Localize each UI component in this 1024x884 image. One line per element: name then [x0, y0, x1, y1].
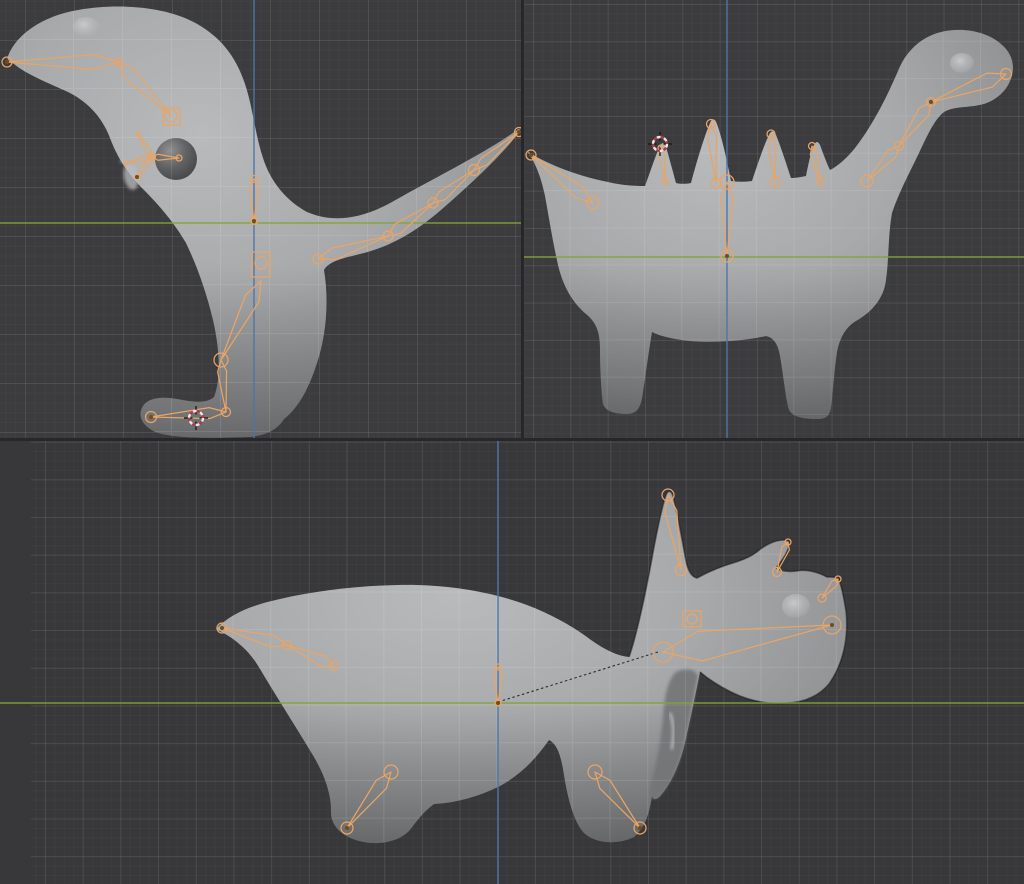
grid-over-mesh — [0, 0, 521, 438]
bone-tip-dot — [496, 701, 500, 705]
bone-tip-dot — [830, 623, 834, 627]
viewport-overlay-canvas — [0, 0, 1024, 884]
grid-over-mesh — [0, 441, 1024, 884]
bone-tip-dot — [517, 130, 521, 134]
grid-over-mesh — [524, 0, 1024, 438]
bone-tip-dot — [149, 415, 153, 419]
bone-tip-dot — [929, 100, 933, 104]
trex-mesh[interactable] — [0, 0, 521, 438]
bone-tip-dot — [638, 826, 642, 830]
bone-tip-dot — [529, 153, 533, 157]
bone-tip-dot — [252, 219, 256, 223]
bone-tip-dot — [345, 826, 349, 830]
sauropod-mesh[interactable] — [524, 0, 1024, 438]
bone-tip-dot — [220, 626, 224, 630]
bone-tip-dot — [135, 175, 139, 179]
bone-tip-dot — [5, 60, 9, 64]
blender-window — [0, 0, 1024, 884]
bone-tip-dot — [725, 254, 729, 258]
triceratops-mesh[interactable] — [0, 441, 1024, 884]
